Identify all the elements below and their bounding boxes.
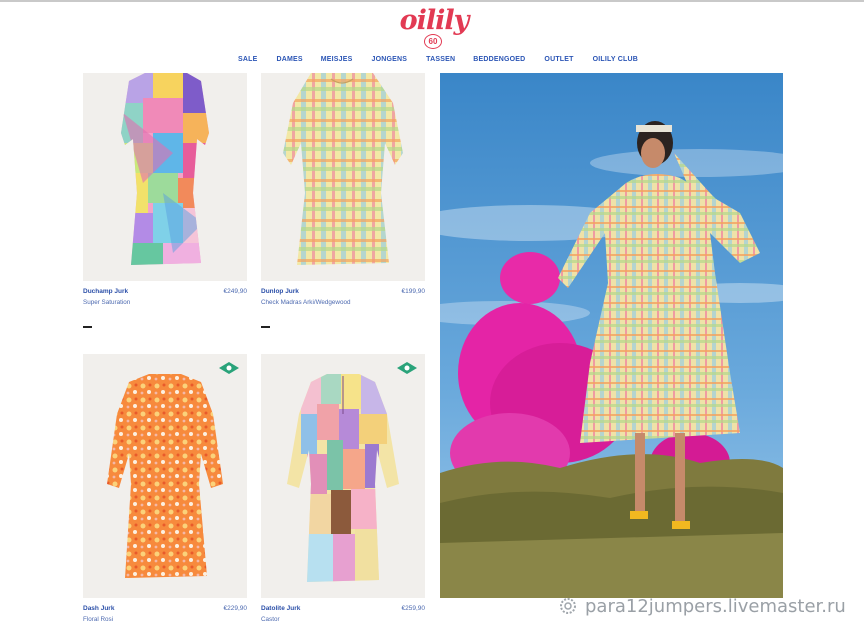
product-price: €199,90 xyxy=(401,288,426,295)
product-price: €249,90 xyxy=(223,288,248,295)
oilily-logo[interactable]: oilily 60 xyxy=(398,5,470,49)
product-price: €229,90 xyxy=(223,605,248,612)
product-name[interactable]: Datolite Jurk xyxy=(261,605,300,612)
nav-item-beddengoed[interactable]: BEDDENGOED xyxy=(473,56,525,68)
product-name[interactable]: Dunlop Jurk xyxy=(261,288,299,295)
watermark-text: para12jumpers.livemaster.ru xyxy=(585,595,846,617)
nav-item-sale[interactable]: SALE xyxy=(238,56,257,68)
product-card-dash[interactable]: Dash Jurk €229,90 Floral Rosi xyxy=(83,354,247,625)
product-color: Castor xyxy=(261,616,280,623)
nav-item-outlet[interactable]: OUTLET xyxy=(544,56,573,68)
color-swatch-dash[interactable] xyxy=(261,326,270,328)
watermark: para12jumpers.livemaster.ru xyxy=(557,595,846,617)
product-image[interactable] xyxy=(83,354,247,598)
color-swatch-dash[interactable] xyxy=(83,326,92,328)
main-nav: SALE DAMES MEISJES JONGENS TASSEN BEDDEN… xyxy=(238,56,638,68)
logo-badge: 60 xyxy=(424,34,442,49)
nav-item-jongens[interactable]: JONGENS xyxy=(372,56,408,68)
product-name[interactable]: Duchamp Jurk xyxy=(83,288,128,295)
nav-item-dames[interactable]: DAMES xyxy=(276,56,302,68)
product-price: €259,90 xyxy=(401,605,426,612)
nav-item-meisjes[interactable]: MEISJES xyxy=(321,56,353,68)
sustainable-badge-icon xyxy=(397,362,417,374)
nav-item-oilily-club[interactable]: OILILY CLUB xyxy=(593,56,638,68)
top-border xyxy=(0,0,864,2)
nav-item-tassen[interactable]: TASSEN xyxy=(426,56,455,68)
product-color: Floral Rosi xyxy=(83,616,114,623)
product-card-datolite[interactable]: Datolite Jurk €259,90 Castor xyxy=(261,354,425,625)
product-name[interactable]: Dash Jurk xyxy=(83,605,114,612)
product-image[interactable] xyxy=(83,73,247,281)
campaign-hero-image[interactable] xyxy=(440,73,783,598)
watermark-gear-icon xyxy=(560,598,576,614)
logo-wordmark: oilily xyxy=(399,5,470,36)
product-color: Super Saturation xyxy=(83,299,131,306)
product-card-duchamp[interactable]: Duchamp Jurk €249,90 Super Saturation xyxy=(83,73,247,333)
sustainable-badge-icon xyxy=(219,362,239,374)
product-color: Check Madras Arki/Wedgewood xyxy=(261,299,351,306)
product-image[interactable] xyxy=(261,73,425,281)
product-image[interactable] xyxy=(261,354,425,598)
product-card-dunlop[interactable]: Dunlop Jurk €199,90 Check Madras Arki/We… xyxy=(261,73,425,333)
